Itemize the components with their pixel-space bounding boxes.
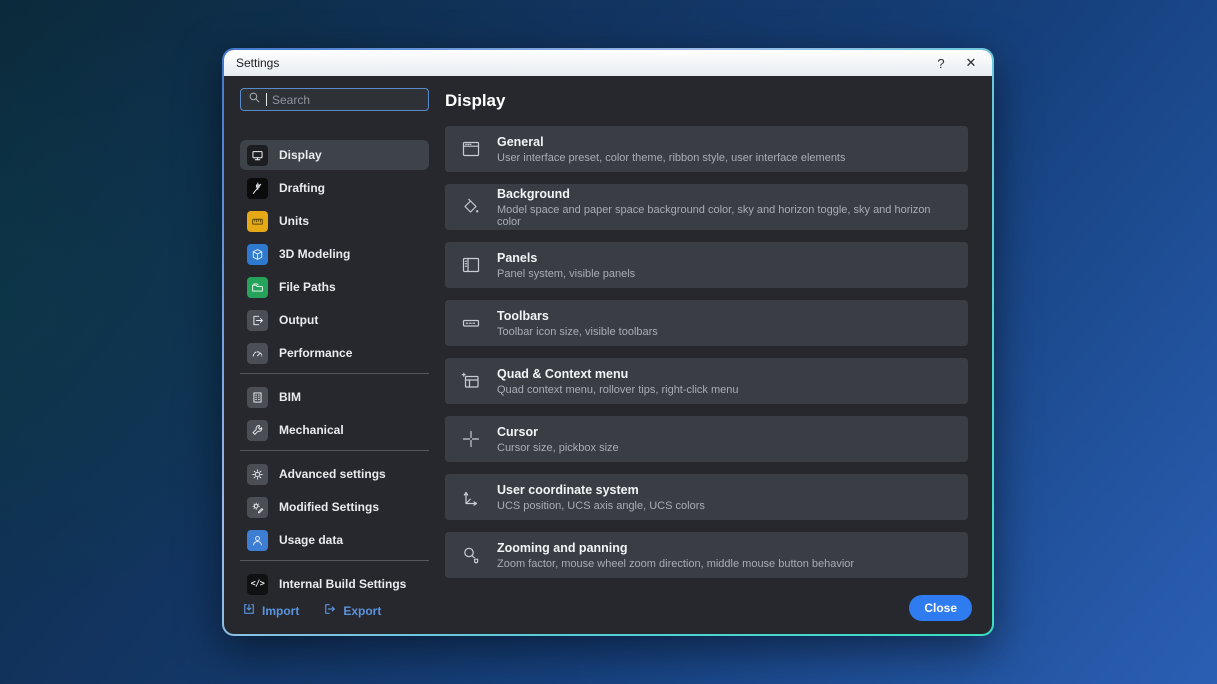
folder-icon xyxy=(247,277,268,298)
window-grid-icon xyxy=(460,139,482,159)
user-icon xyxy=(247,530,268,551)
card-subtitle: Model space and paper space background c… xyxy=(497,204,953,228)
sidebar-footer: Import Export xyxy=(240,602,429,619)
card-title: Panels xyxy=(497,251,635,265)
sidebar-item-display[interactable]: Display xyxy=(240,140,429,170)
card-title: General xyxy=(497,135,846,149)
card-cursor[interactable]: Cursor Cursor size, pickbox size xyxy=(445,416,968,462)
close-window-button[interactable]: ✕ xyxy=(956,52,986,74)
sidebar-item-performance[interactable]: Performance xyxy=(240,338,429,368)
quad-menu-icon xyxy=(460,371,482,391)
export-button[interactable]: Export xyxy=(323,602,381,619)
sidebar-item-3d-modeling[interactable]: 3D Modeling xyxy=(240,239,429,269)
export-label: Export xyxy=(343,604,381,618)
main-content: Display General User interface preset, c… xyxy=(445,76,992,634)
sidebar-item-label: Output xyxy=(279,313,318,327)
sidebar-item-label: Performance xyxy=(279,346,352,360)
sidebar-item-bim[interactable]: BIM xyxy=(240,382,429,412)
sidebar-item-modified-settings[interactable]: Modified Settings xyxy=(240,492,429,522)
import-label: Import xyxy=(262,604,299,618)
card-subtitle: User interface preset, color theme, ribb… xyxy=(497,152,846,164)
import-icon xyxy=(242,602,256,619)
paint-bucket-icon xyxy=(460,197,482,217)
search-box[interactable] xyxy=(240,88,429,111)
card-title: Zooming and panning xyxy=(497,541,854,555)
sidebar-item-label: BIM xyxy=(279,390,301,404)
card-zooming-and-panning[interactable]: Zooming and panning Zoom factor, mouse w… xyxy=(445,532,968,578)
card-user-coordinate-system[interactable]: User coordinate system UCS position, UCS… xyxy=(445,474,968,520)
ucs-axis-icon xyxy=(460,487,482,507)
wrench-icon xyxy=(247,420,268,441)
building-icon xyxy=(247,387,268,408)
sidebar-divider xyxy=(240,373,429,374)
search-input[interactable] xyxy=(272,93,421,107)
settings-dialog: Settings ? ✕ xyxy=(222,48,994,636)
card-title: Toolbars xyxy=(497,309,658,323)
sidebar-divider xyxy=(240,450,429,451)
sidebar-item-file-paths[interactable]: File Paths xyxy=(240,272,429,302)
export-box-icon xyxy=(247,310,268,331)
card-title: Quad & Context menu xyxy=(497,367,739,381)
gear-edit-icon xyxy=(247,497,268,518)
cube-icon xyxy=(247,244,268,265)
sidebar-divider xyxy=(240,560,429,561)
settings-window: Settings ? ✕ xyxy=(224,50,992,634)
card-subtitle: Zoom factor, mouse wheel zoom direction,… xyxy=(497,558,854,570)
ruler-icon xyxy=(247,211,268,232)
export-icon xyxy=(323,602,337,619)
sidebar-item-drafting[interactable]: Drafting xyxy=(240,173,429,203)
sidebar-item-usage-data[interactable]: Usage data xyxy=(240,525,429,555)
titlebar-buttons: ? ✕ xyxy=(926,52,986,74)
help-button[interactable]: ? xyxy=(926,52,956,74)
toolbar-icon xyxy=(460,313,482,333)
sidebar-item-output[interactable]: Output xyxy=(240,305,429,335)
sidebar-item-label: Drafting xyxy=(279,181,325,195)
sidebar-item-label: Units xyxy=(279,214,309,228)
card-general[interactable]: General User interface preset, color the… xyxy=(445,126,968,172)
gear-icon xyxy=(247,464,268,485)
card-subtitle: Toolbar icon size, visible toolbars xyxy=(497,326,658,338)
sidebar: Display Drafting xyxy=(224,76,445,634)
card-subtitle: Quad context menu, rollover tips, right-… xyxy=(497,384,739,396)
card-quad-context-menu[interactable]: Quad & Context menu Quad context menu, r… xyxy=(445,358,968,404)
card-background[interactable]: Background Model space and paper space b… xyxy=(445,184,968,230)
panels-icon xyxy=(460,255,482,275)
import-button[interactable]: Import xyxy=(242,602,299,619)
dialog-body: Display Drafting xyxy=(224,76,992,634)
card-panels[interactable]: Panels Panel system, visible panels xyxy=(445,242,968,288)
gauge-icon xyxy=(247,343,268,364)
sidebar-item-mechanical[interactable]: Mechanical xyxy=(240,415,429,445)
card-title: Background xyxy=(497,187,953,201)
crosshair-icon xyxy=(460,429,482,449)
sidebar-item-advanced-settings[interactable]: Advanced settings xyxy=(240,459,429,489)
text-caret xyxy=(266,93,267,106)
page-title: Display xyxy=(445,91,968,111)
card-toolbars[interactable]: Toolbars Toolbar icon size, visible tool… xyxy=(445,300,968,346)
sidebar-item-internal-build-settings[interactable]: </> Internal Build Settings xyxy=(240,569,429,599)
monitor-icon xyxy=(247,145,268,166)
zoom-pan-icon xyxy=(460,545,482,565)
sidebar-item-label: File Paths xyxy=(279,280,336,294)
close-button[interactable]: Close xyxy=(909,595,972,621)
search-icon xyxy=(248,91,261,109)
card-title: User coordinate system xyxy=(497,483,705,497)
sidebar-item-label: 3D Modeling xyxy=(279,247,350,261)
sidebar-item-label: Advanced settings xyxy=(279,467,386,481)
title-bar[interactable]: Settings ? ✕ xyxy=(224,50,992,76)
sidebar-item-label: Mechanical xyxy=(279,423,344,437)
drafting-compass-icon xyxy=(247,178,268,199)
card-title: Cursor xyxy=(497,425,619,439)
sidebar-item-units[interactable]: Units xyxy=(240,206,429,236)
category-list: Display Drafting xyxy=(240,140,429,602)
sidebar-item-label: Modified Settings xyxy=(279,500,379,514)
sidebar-item-label: Display xyxy=(279,148,322,162)
card-subtitle: UCS position, UCS axis angle, UCS colors xyxy=(497,500,705,512)
card-subtitle: Cursor size, pickbox size xyxy=(497,442,619,454)
sidebar-item-label: Internal Build Settings xyxy=(279,577,406,591)
code-icon: </> xyxy=(247,574,268,595)
window-title: Settings xyxy=(236,56,279,70)
sidebar-item-label: Usage data xyxy=(279,533,343,547)
card-subtitle: Panel system, visible panels xyxy=(497,268,635,280)
